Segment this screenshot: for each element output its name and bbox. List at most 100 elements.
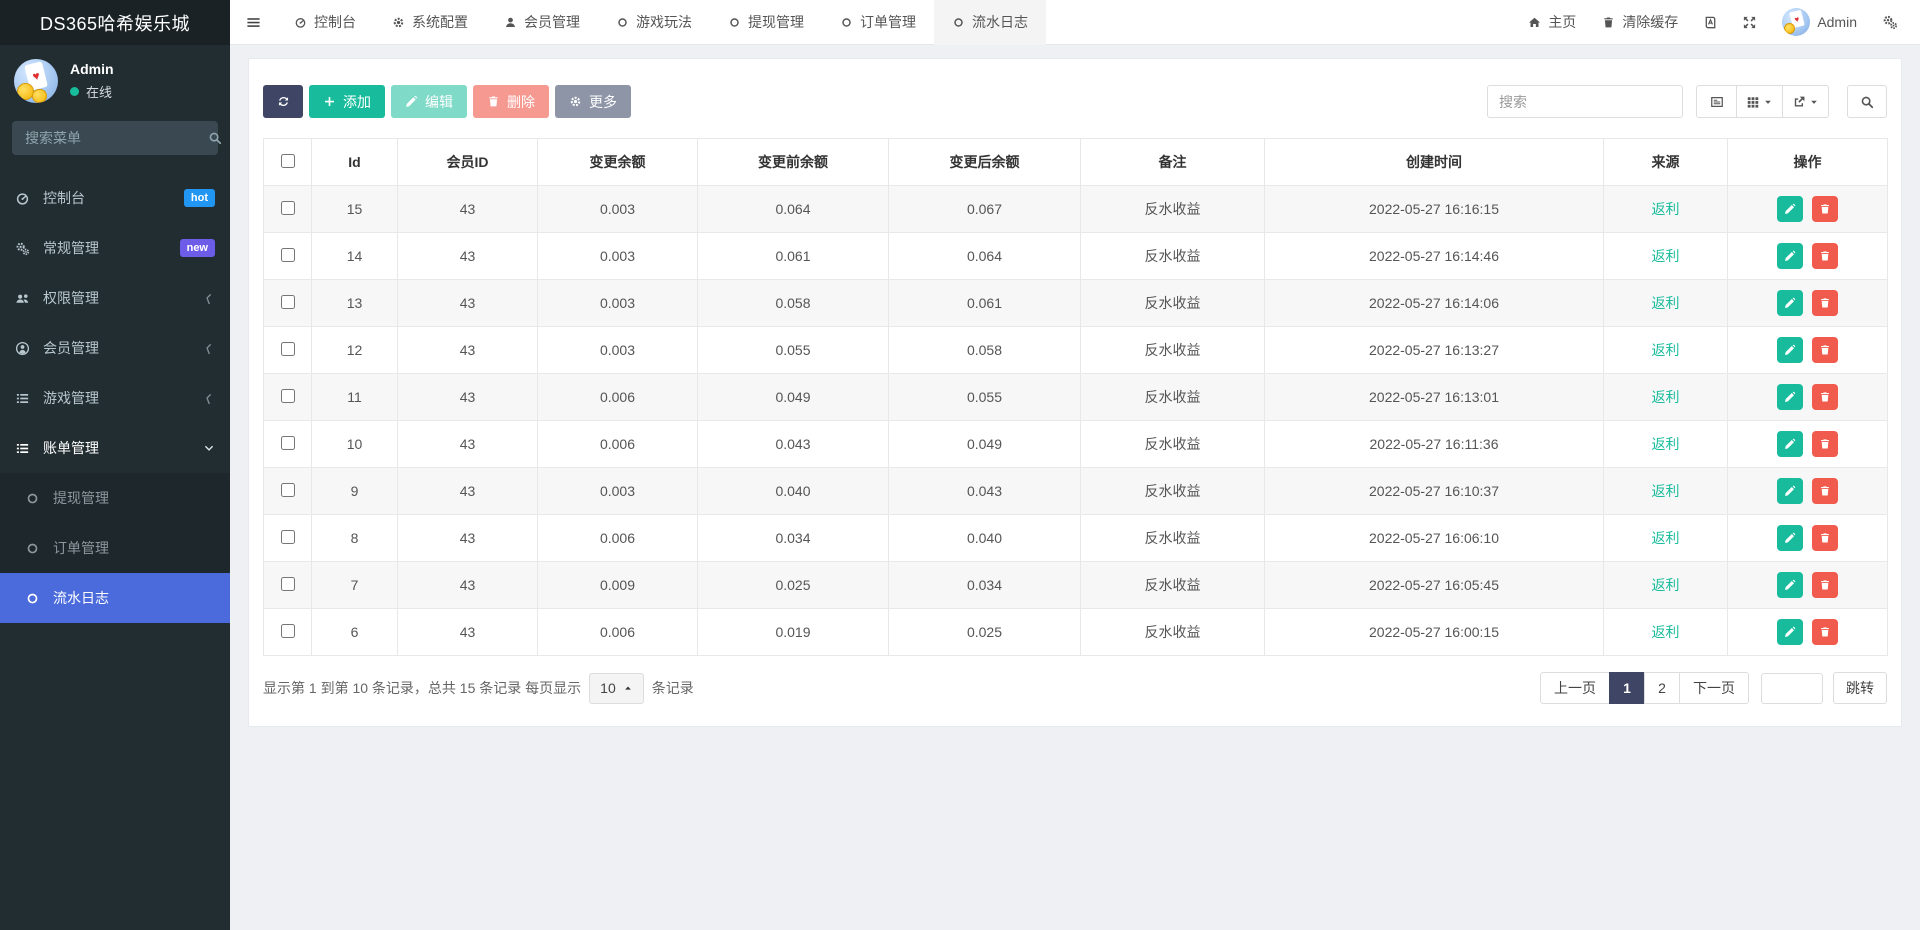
page-2-button[interactable]: 2 <box>1644 672 1680 704</box>
row-delete-button[interactable] <box>1812 619 1838 645</box>
topnav-item-5[interactable]: 订单管理 <box>822 0 934 45</box>
export-button[interactable] <box>1782 85 1829 118</box>
row-edit-button[interactable] <box>1777 619 1803 645</box>
source-link[interactable]: 返利 <box>1652 483 1680 499</box>
row-checkbox[interactable] <box>281 248 295 262</box>
columns-button[interactable] <box>1736 85 1783 118</box>
sidebar-item-0[interactable]: 控制台hot <box>0 173 230 223</box>
row-edit-button[interactable] <box>1777 290 1803 316</box>
table-row: 6 43 0.006 0.019 0.025 反水收益 2022-05-27 1… <box>264 609 1888 656</box>
language-icon[interactable] <box>1691 0 1730 45</box>
source-link[interactable]: 返利 <box>1652 295 1680 311</box>
user-menu[interactable]: ♥ Admin <box>1769 0 1870 45</box>
sidebar-subitem-5-0[interactable]: 提现管理 <box>0 473 230 523</box>
topnav-item-1[interactable]: 系统配置 <box>374 0 486 45</box>
row-checkbox[interactable] <box>281 295 295 309</box>
search-icon[interactable] <box>208 131 222 145</box>
refresh-button[interactable] <box>263 85 303 118</box>
table-search-input[interactable] <box>1487 85 1683 118</box>
cell-remark: 反水收益 <box>1081 562 1265 609</box>
page-prev-button[interactable]: 上一页 <box>1540 672 1610 704</box>
page-1-button[interactable]: 1 <box>1609 672 1645 704</box>
row-delete-button[interactable] <box>1812 196 1838 222</box>
row-edit-button[interactable] <box>1777 525 1803 551</box>
topnav-items: 控制台 系统配置 会员管理 游戏玩法 提现管理 订单管理 流水日志 <box>276 0 1046 45</box>
sidebar-subitem-5-1[interactable]: 订单管理 <box>0 523 230 573</box>
sidebar-item-1[interactable]: 常规管理new <box>0 223 230 273</box>
source-link[interactable]: 返利 <box>1652 389 1680 405</box>
edit-button[interactable]: 编辑 <box>391 85 467 118</box>
topnav-item-4[interactable]: 提现管理 <box>710 0 822 45</box>
cell-id: 11 <box>312 374 398 421</box>
row-edit-button[interactable] <box>1777 384 1803 410</box>
page-jump-button[interactable]: 跳转 <box>1833 672 1887 704</box>
cell-remark: 反水收益 <box>1081 186 1265 233</box>
row-edit-button[interactable] <box>1777 572 1803 598</box>
source-link[interactable]: 返利 <box>1652 577 1680 593</box>
detail-view-button[interactable] <box>1696 85 1737 118</box>
per-page-select[interactable]: 10 <box>589 673 644 704</box>
cell-created-at: 2022-05-27 16:13:27 <box>1265 327 1604 374</box>
source-link[interactable]: 返利 <box>1652 342 1680 358</box>
cell-actions <box>1728 233 1888 280</box>
topnav-item-0[interactable]: 控制台 <box>276 0 374 45</box>
sidebar-item-2[interactable]: 权限管理 <box>0 273 230 323</box>
row-checkbox[interactable] <box>281 624 295 638</box>
row-edit-button[interactable] <box>1777 337 1803 363</box>
row-checkbox[interactable] <box>281 389 295 403</box>
table-row: 12 43 0.003 0.055 0.058 反水收益 2022-05-27 … <box>264 327 1888 374</box>
source-link[interactable]: 返利 <box>1652 201 1680 217</box>
sidebar-item-3[interactable]: 会员管理 <box>0 323 230 373</box>
cell-actions <box>1728 280 1888 327</box>
sidebar-search-input[interactable] <box>23 129 208 147</box>
row-delete-button[interactable] <box>1812 525 1838 551</box>
source-link[interactable]: 返利 <box>1652 436 1680 452</box>
row-checkbox[interactable] <box>281 577 295 591</box>
source-link[interactable]: 返利 <box>1652 530 1680 546</box>
page-next-button[interactable]: 下一页 <box>1679 672 1749 704</box>
advanced-search-button[interactable] <box>1847 85 1887 118</box>
topnav-item-6[interactable]: 流水日志 <box>934 0 1046 45</box>
cell-source: 返利 <box>1604 280 1728 327</box>
row-delete-button[interactable] <box>1812 431 1838 457</box>
row-delete-button[interactable] <box>1812 572 1838 598</box>
sidebar-item-5[interactable]: 账单管理 <box>0 423 230 473</box>
cell-checkbox <box>264 562 312 609</box>
row-delete-button[interactable] <box>1812 337 1838 363</box>
hamburger-menu-icon[interactable] <box>230 0 276 45</box>
fullscreen-icon[interactable] <box>1730 0 1769 45</box>
add-button[interactable]: 添加 <box>309 85 385 118</box>
column-header-2: 变更余额 <box>538 139 698 186</box>
topnav-item-3[interactable]: 游戏玩法 <box>598 0 710 45</box>
sidebar-subitem-5-2[interactable]: 流水日志 <box>0 573 230 623</box>
row-edit-button[interactable] <box>1777 431 1803 457</box>
page-jump-input[interactable] <box>1761 673 1823 704</box>
cell-created-at: 2022-05-27 16:11:36 <box>1265 421 1604 468</box>
refresh-icon <box>277 95 290 108</box>
row-edit-button[interactable] <box>1777 478 1803 504</box>
select-all-checkbox[interactable] <box>281 154 295 168</box>
sidebar-item-4[interactable]: 游戏管理 <box>0 373 230 423</box>
row-delete-button[interactable] <box>1812 384 1838 410</box>
more-button[interactable]: 更多 <box>555 85 631 118</box>
circle-icon <box>952 16 965 29</box>
chevron-left-icon <box>203 292 215 304</box>
row-edit-button[interactable] <box>1777 196 1803 222</box>
row-edit-button[interactable] <box>1777 243 1803 269</box>
source-link[interactable]: 返利 <box>1652 248 1680 264</box>
row-checkbox[interactable] <box>281 342 295 356</box>
home-button[interactable]: 主页 <box>1515 0 1589 45</box>
source-link[interactable]: 返利 <box>1652 624 1680 640</box>
row-delete-button[interactable] <box>1812 290 1838 316</box>
row-checkbox[interactable] <box>281 201 295 215</box>
row-delete-button[interactable] <box>1812 478 1838 504</box>
row-checkbox[interactable] <box>281 483 295 497</box>
row-checkbox[interactable] <box>281 530 295 544</box>
row-checkbox[interactable] <box>281 436 295 450</box>
clear-cache-button[interactable]: 清除缓存 <box>1589 0 1691 45</box>
delete-button[interactable]: 删除 <box>473 85 549 118</box>
topnav-item-2[interactable]: 会员管理 <box>486 0 598 45</box>
trash-icon <box>1819 626 1831 638</box>
row-delete-button[interactable] <box>1812 243 1838 269</box>
settings-gears-icon[interactable] <box>1870 0 1910 45</box>
